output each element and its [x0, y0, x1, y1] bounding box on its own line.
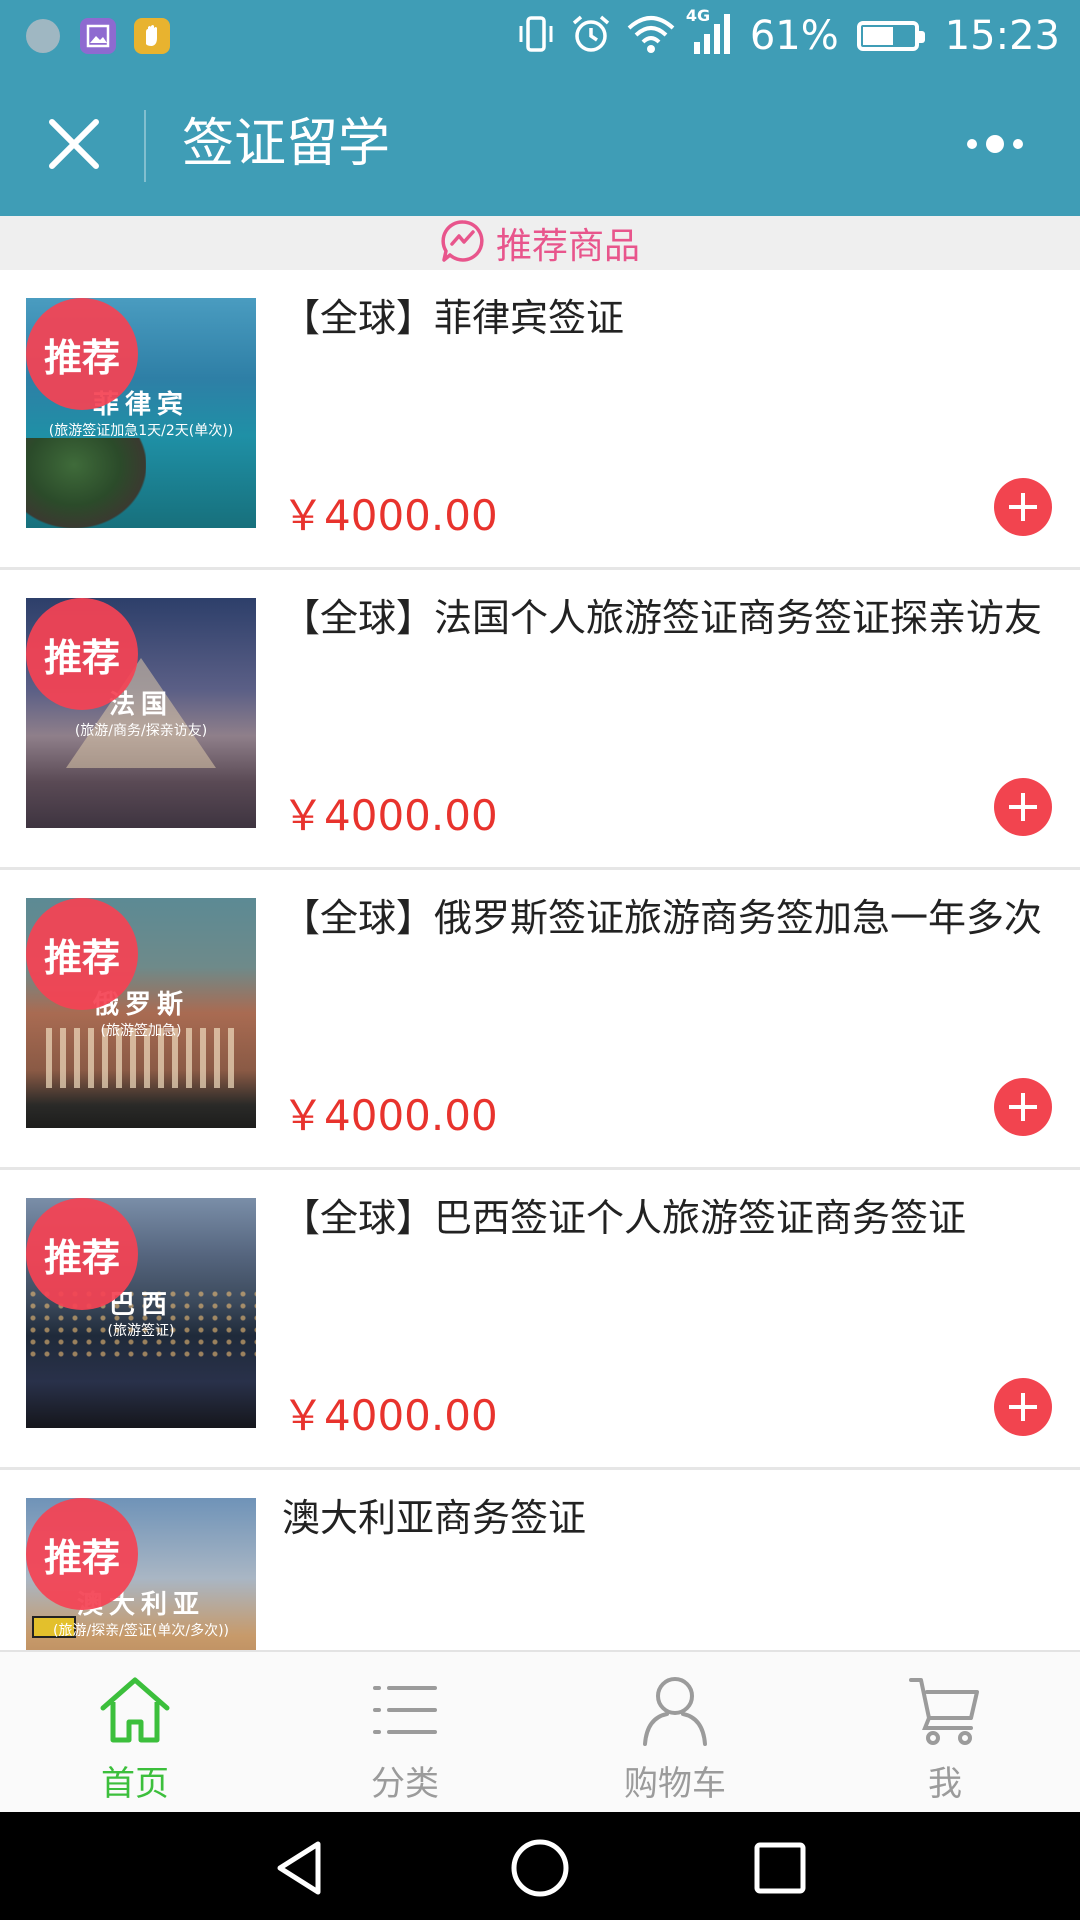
- bottom-tab-bar: 首页 分类 购物车 我: [0, 1650, 1080, 1812]
- product-title[interactable]: 澳大利亚商务签证: [282, 1494, 1042, 1542]
- page-title: 签证留学: [182, 114, 391, 174]
- recommend-badge: 推荐: [26, 298, 138, 410]
- close-button[interactable]: [40, 110, 108, 178]
- trend-chat-icon: [440, 218, 486, 268]
- product-item[interactable]: 法国 (旅游/商务/探亲访友) 推荐 【全球】法国个人旅游签证商务签证探亲访友 …: [0, 570, 1080, 870]
- home-icon: [100, 1677, 170, 1743]
- user-icon: [643, 1677, 707, 1746]
- thumb-subtitle: (旅游/商务/探亲访友): [74, 723, 208, 739]
- add-to-cart-button[interactable]: [994, 778, 1052, 836]
- product-thumbnail[interactable]: 巴西 (旅游签证) 推荐: [26, 1198, 256, 1428]
- tab-label: 购物车: [624, 1764, 726, 1804]
- product-title[interactable]: 【全球】法国个人旅游签证商务签证探亲访友: [282, 594, 1042, 642]
- recommend-badge: 推荐: [26, 1498, 138, 1610]
- home-nav-button[interactable]: [508, 1836, 572, 1900]
- battery-icon: [856, 21, 925, 51]
- system-nav-bar: [0, 1812, 1080, 1920]
- product-thumbnail[interactable]: 澳大利亚 (旅游/探亲/签证(单次/多次)) 推荐: [26, 1498, 256, 1650]
- tab-me[interactable]: 我: [810, 1652, 1080, 1812]
- clock: 15:23: [944, 13, 1060, 59]
- add-to-cart-button[interactable]: [994, 1078, 1052, 1136]
- tab-category[interactable]: 分类: [270, 1652, 540, 1812]
- signal-icon: 4G: [686, 6, 736, 60]
- product-price: ￥4000.00: [282, 1091, 498, 1140]
- home-circle-icon: [511, 1839, 569, 1897]
- product-title[interactable]: 【全球】菲律宾签证: [282, 294, 1042, 342]
- back-icon: [277, 1841, 321, 1895]
- battery-percent: 61%: [749, 13, 839, 59]
- cart-icon: [909, 1678, 979, 1745]
- vibrate-icon: [516, 14, 556, 58]
- alarm-icon: [570, 13, 612, 59]
- product-item[interactable]: 俄罗斯 (旅游签加急) 推荐 【全球】俄罗斯签证旅游商务签加急一年多次 ￥400…: [0, 870, 1080, 1170]
- add-to-cart-button[interactable]: [994, 1378, 1052, 1436]
- recommend-badge: 推荐: [26, 1198, 138, 1310]
- recommend-badge: 推荐: [26, 898, 138, 1010]
- product-price: ￥4000.00: [282, 1391, 498, 1440]
- title-bar: 签证留学: [0, 72, 1080, 216]
- thumb-subtitle: (旅游签加急): [100, 1023, 182, 1039]
- recents-button[interactable]: [748, 1836, 812, 1900]
- battery-level: [862, 27, 894, 45]
- add-to-cart-button[interactable]: [994, 478, 1052, 536]
- title-divider: [144, 110, 146, 182]
- wifi-icon: [626, 14, 676, 58]
- product-list: 菲律宾 (旅游签证加急1天/2天(单次)) 推荐 【全球】菲律宾签证 ￥4000…: [0, 270, 1080, 1650]
- thumb-subtitle: (旅游签证): [107, 1323, 175, 1339]
- thumb-subtitle: (旅游/探亲/签证(单次/多次)): [53, 1623, 229, 1639]
- tab-label: 首页: [101, 1764, 169, 1804]
- product-thumbnail[interactable]: 菲律宾 (旅游签证加急1天/2天(单次)) 推荐: [26, 298, 256, 528]
- hand-icon: [134, 18, 170, 54]
- status-bar: 4G 61% 15:23: [0, 0, 1080, 72]
- app-icon: [26, 19, 60, 53]
- list-icon: [373, 1686, 437, 1734]
- tab-label: 我: [928, 1764, 962, 1804]
- product-thumbnail[interactable]: 法国 (旅游/商务/探亲访友) 推荐: [26, 598, 256, 828]
- product-price: ￥4000.00: [282, 791, 498, 840]
- network-type: 4G: [685, 6, 711, 25]
- recents-icon: [754, 1842, 806, 1894]
- back-button[interactable]: [268, 1836, 332, 1900]
- tab-label: 分类: [371, 1764, 439, 1804]
- recommended-header: 推荐商品: [0, 216, 1080, 270]
- section-title: 推荐商品: [495, 226, 640, 267]
- tab-home[interactable]: 首页: [0, 1652, 270, 1812]
- more-button[interactable]: [950, 128, 1040, 160]
- product-title[interactable]: 【全球】俄罗斯签证旅游商务签加急一年多次: [282, 894, 1042, 942]
- gallery-icon: [80, 18, 116, 54]
- product-thumbnail[interactable]: 俄罗斯 (旅游签加急) 推荐: [26, 898, 256, 1128]
- more-icon: [967, 135, 1023, 153]
- product-item[interactable]: 澳大利亚 (旅游/探亲/签证(单次/多次)) 推荐 澳大利亚商务签证: [0, 1470, 1080, 1650]
- product-title[interactable]: 【全球】巴西签证个人旅游签证商务签证: [282, 1194, 1042, 1242]
- product-item[interactable]: 菲律宾 (旅游签证加急1天/2天(单次)) 推荐 【全球】菲律宾签证 ￥4000…: [0, 270, 1080, 570]
- thumb-subtitle: (旅游签证加急1天/2天(单次)): [48, 423, 234, 439]
- recommend-badge: 推荐: [26, 598, 138, 710]
- close-icon: [49, 119, 99, 169]
- tab-cart[interactable]: 购物车: [540, 1652, 810, 1812]
- product-price: ￥4000.00: [282, 491, 498, 540]
- product-item[interactable]: 巴西 (旅游签证) 推荐 【全球】巴西签证个人旅游签证商务签证 ￥4000.00: [0, 1170, 1080, 1470]
